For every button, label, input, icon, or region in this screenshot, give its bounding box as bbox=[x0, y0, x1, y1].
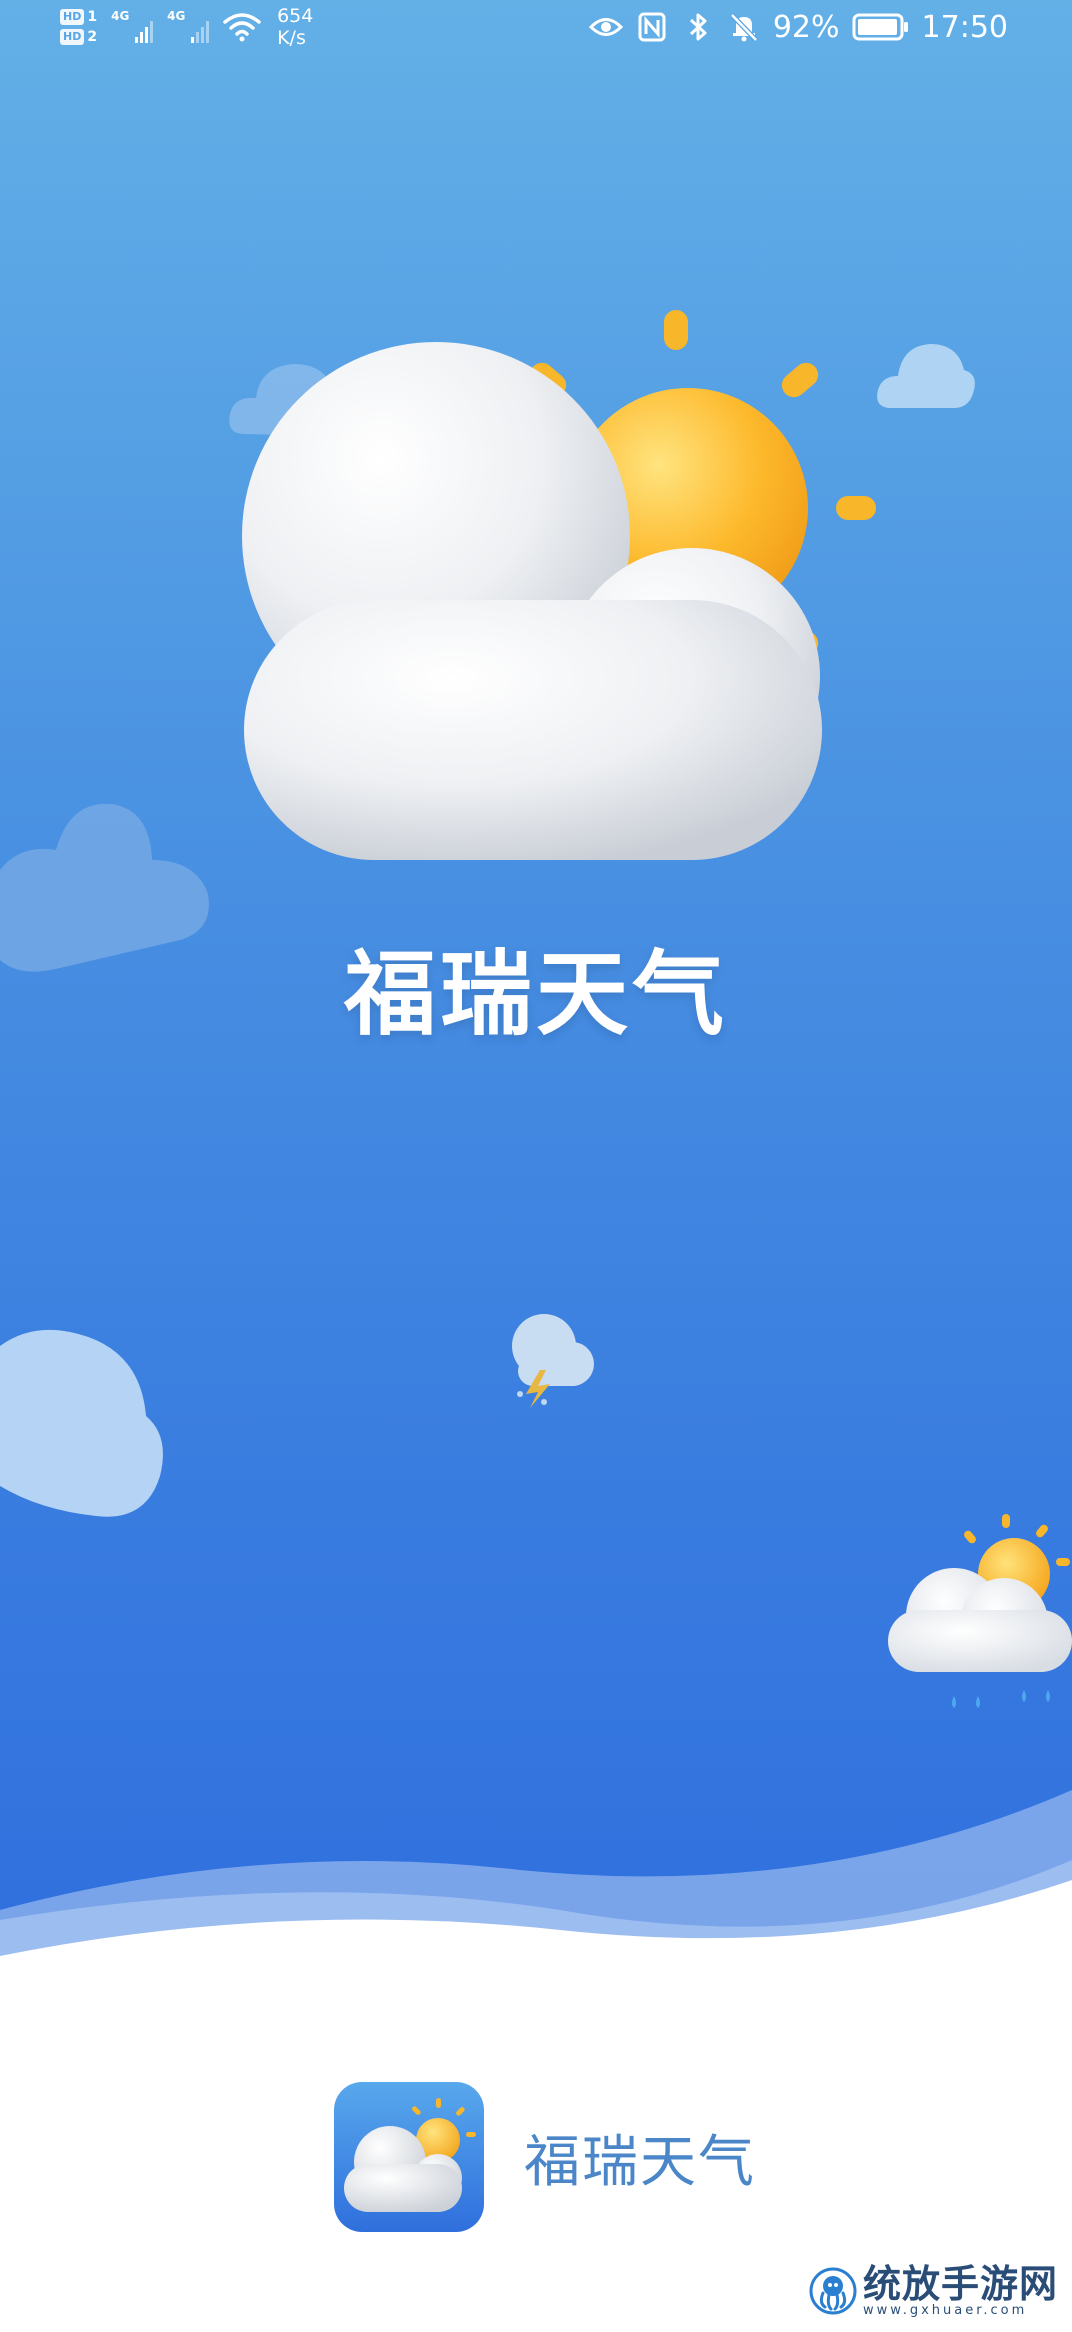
sim1-label: 1 bbox=[87, 9, 98, 25]
battery-icon bbox=[852, 13, 908, 41]
watermark-title: 统放手游网 bbox=[862, 2262, 1058, 2306]
hd-icon: HD bbox=[60, 9, 85, 25]
hd-icon: HD bbox=[60, 29, 85, 45]
watermark-url: www.gxhuaer.com bbox=[862, 2303, 1028, 2318]
partly-cloudy-icon bbox=[242, 310, 876, 860]
rain-sun-cloud-icon bbox=[888, 1514, 1072, 1708]
wifi-icon bbox=[223, 13, 261, 42]
thunder-cloud-icon bbox=[512, 1314, 594, 1408]
brand-name: 福瑞天气 bbox=[524, 2129, 756, 2195]
status-bar-left: HD 1 HD 2 4G 4G 654 K/s bbox=[60, 0, 313, 54]
sim2-indicator: HD 2 bbox=[60, 29, 97, 45]
speed-value: 654 bbox=[277, 5, 314, 27]
octopus-logo-icon bbox=[809, 2267, 857, 2315]
app-icon bbox=[334, 2082, 484, 2232]
watermark: 统放手游网 www.gxhuaer.com bbox=[809, 2264, 1058, 2318]
signal-icon: 4G bbox=[111, 9, 154, 45]
status-bar: HD 1 HD 2 4G 4G 654 K/s 92% 17:50 bbox=[0, 0, 1072, 54]
network2-label: 4G bbox=[167, 9, 186, 23]
battery-percent: 92% bbox=[772, 9, 840, 45]
sim2-label: 2 bbox=[87, 29, 98, 45]
partly-cloudy-icon bbox=[344, 2098, 476, 2212]
bluetooth-icon bbox=[689, 13, 707, 41]
speed-unit: K/s bbox=[277, 27, 306, 49]
network1-label: 4G bbox=[111, 9, 130, 23]
sim-indicators: HD 1 HD 2 bbox=[60, 9, 97, 45]
cloud-icon bbox=[0, 1329, 163, 1517]
nfc-icon bbox=[638, 12, 666, 42]
eye-icon bbox=[588, 18, 623, 36]
signal-icon: 4G bbox=[167, 9, 210, 45]
wave-divider bbox=[0, 1790, 1072, 2020]
splash-title: 福瑞天气 bbox=[343, 941, 728, 1048]
bell-muted-icon bbox=[730, 13, 758, 42]
status-bar-right: 92% 17:50 bbox=[588, 0, 1008, 54]
sim1-indicator: HD 1 bbox=[60, 9, 97, 25]
network-speed: 654 K/s bbox=[277, 5, 313, 49]
clock: 17:50 bbox=[921, 9, 1008, 45]
brand-footer: 福瑞天气 bbox=[334, 2082, 756, 2232]
